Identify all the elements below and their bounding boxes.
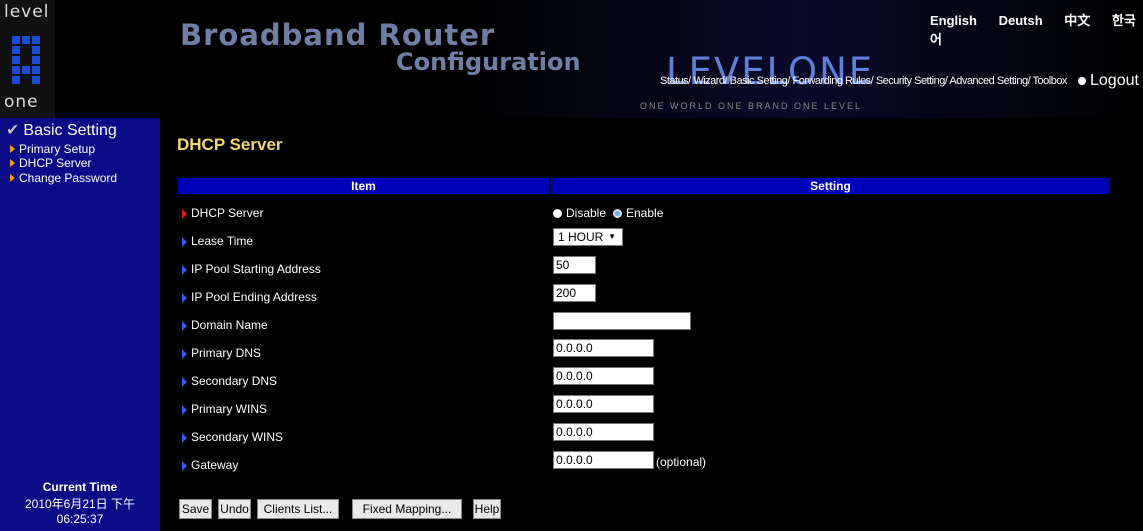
header: level one Broadband Router Configuration… bbox=[0, 0, 1143, 118]
row-label-primary-dns: Primary DNS bbox=[182, 346, 261, 360]
current-time-value: 2010年6月21日 下午 06:25:37 bbox=[24, 497, 136, 526]
arrow-icon bbox=[182, 292, 187, 303]
radio-checked-icon bbox=[613, 209, 622, 219]
row-label-dhcp-server: DHCP Server bbox=[182, 206, 263, 220]
nav-advanced-setting[interactable]: Advanced Setting/ bbox=[949, 75, 1030, 87]
secondary-wins-input[interactable]: 0.0.0.0 bbox=[553, 423, 654, 441]
arrow-icon bbox=[182, 208, 187, 219]
nav-wizard[interactable]: Wizard/ bbox=[693, 75, 727, 87]
levelone-logo: level one bbox=[0, 0, 55, 118]
domain-name-input[interactable] bbox=[553, 312, 691, 330]
row-label-pool-end: IP Pool Ending Address bbox=[182, 290, 317, 304]
column-header-setting: Setting bbox=[551, 178, 1110, 194]
column-header-item: Item bbox=[178, 178, 549, 194]
logo-text-top: level bbox=[4, 2, 50, 22]
lang-chinese-link[interactable]: 中文 bbox=[1064, 13, 1090, 28]
current-time-label: Current Time bbox=[42, 480, 118, 494]
nav-forwarding-rules[interactable]: Forwarding Rules/ bbox=[792, 75, 873, 87]
language-selector: English Deutsh 中文 한국어 bbox=[930, 10, 1143, 48]
gateway-input[interactable]: 0.0.0.0 bbox=[553, 451, 654, 469]
row-label-secondary-wins: Secondary WINS bbox=[182, 430, 283, 444]
help-button[interactable]: Help bbox=[473, 499, 501, 519]
lang-english-link[interactable]: English bbox=[930, 13, 977, 28]
dhcp-enable-radio[interactable]: Enable bbox=[613, 206, 663, 220]
arrow-icon bbox=[10, 159, 15, 167]
row-label-pool-start: IP Pool Starting Address bbox=[182, 262, 321, 276]
nav-toolbox[interactable]: Toolbox bbox=[1033, 75, 1068, 87]
clients-list-button[interactable]: Clients List... bbox=[257, 499, 339, 519]
chevron-down-icon: ▼ bbox=[608, 232, 616, 241]
fixed-mapping-button[interactable]: Fixed Mapping... bbox=[352, 499, 462, 519]
arrow-icon bbox=[10, 174, 15, 182]
arrow-icon bbox=[182, 348, 187, 359]
router-subtitle: Configuration bbox=[396, 48, 581, 76]
main-content: DHCP Server Item Setting DHCP Server Dis… bbox=[160, 118, 1143, 531]
router-title: Broadband Router bbox=[180, 18, 496, 52]
logo-grid-icon bbox=[12, 36, 40, 96]
nav-security-setting[interactable]: Security Setting/ bbox=[876, 75, 948, 87]
top-navigation: Status/ Wizard/ Basic Setting/ Forwardin… bbox=[660, 75, 1067, 87]
arrow-icon bbox=[10, 145, 15, 153]
sidebar-item-dhcp-server[interactable]: DHCP Server bbox=[10, 156, 91, 170]
sidebar-section-basic-setting[interactable]: ✔ Basic Setting bbox=[6, 120, 117, 140]
pool-start-input[interactable]: 50 bbox=[553, 256, 596, 274]
sidebar-item-primary-setup[interactable]: Primary Setup bbox=[10, 142, 95, 156]
checkmark-icon: ✔ bbox=[6, 122, 20, 139]
arrow-icon bbox=[182, 264, 187, 275]
arrow-icon bbox=[182, 320, 187, 331]
optional-note: (optional) bbox=[656, 455, 707, 469]
lease-time-select[interactable]: 1 HOUR ▼ bbox=[553, 228, 623, 246]
page-title: DHCP Server bbox=[177, 135, 283, 154]
sidebar-item-label: Primary Setup bbox=[19, 142, 96, 156]
sidebar: ✔ Basic Setting Primary Setup DHCP Server… bbox=[0, 118, 160, 531]
logout-link[interactable]: Logout bbox=[1078, 72, 1139, 90]
arrow-icon bbox=[182, 376, 187, 387]
brand-tagline: ONE WORLD ONE BRAND ONE LEVEL bbox=[640, 101, 863, 111]
row-label-gateway: Gateway bbox=[182, 458, 238, 472]
secondary-dns-input[interactable]: 0.0.0.0 bbox=[553, 367, 654, 385]
sidebar-item-label: Change Password bbox=[19, 171, 118, 185]
arrow-icon bbox=[182, 236, 187, 247]
row-label-lease-time: Lease Time bbox=[182, 234, 253, 248]
sidebar-item-label: DHCP Server bbox=[19, 156, 92, 170]
arrow-icon bbox=[182, 404, 187, 415]
row-label-secondary-dns: Secondary DNS bbox=[182, 374, 277, 388]
undo-button[interactable]: Undo bbox=[218, 499, 251, 519]
row-label-domain-name: Domain Name bbox=[182, 318, 268, 332]
lang-deutsch-link[interactable]: Deutsh bbox=[999, 13, 1043, 28]
logout-label: Logout bbox=[1090, 72, 1139, 89]
arrow-icon bbox=[182, 432, 187, 443]
nav-status[interactable]: Status/ bbox=[660, 75, 691, 87]
pool-end-input[interactable]: 200 bbox=[553, 284, 596, 302]
arrow-icon bbox=[182, 460, 187, 471]
logo-text-bottom: one bbox=[4, 92, 39, 112]
sidebar-item-change-password[interactable]: Change Password bbox=[10, 171, 117, 185]
sidebar-section-label: Basic Setting bbox=[23, 122, 117, 139]
nav-basic-setting[interactable]: Basic Setting/ bbox=[730, 75, 791, 87]
save-button[interactable]: Save bbox=[179, 499, 212, 519]
primary-wins-input[interactable]: 0.0.0.0 bbox=[553, 395, 654, 413]
radio-unchecked-icon bbox=[553, 209, 562, 219]
dhcp-disable-radio[interactable]: Disable bbox=[553, 206, 606, 220]
bullet-icon bbox=[1078, 76, 1086, 85]
primary-dns-input[interactable]: 0.0.0.0 bbox=[553, 339, 654, 357]
row-label-primary-wins: Primary WINS bbox=[182, 402, 267, 416]
